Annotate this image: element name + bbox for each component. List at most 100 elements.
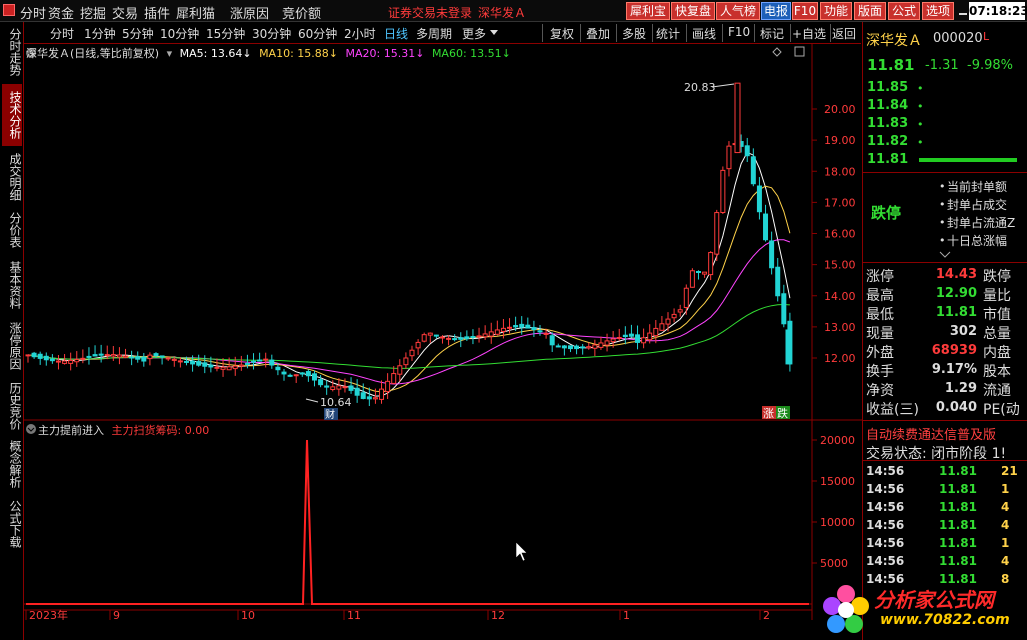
more-dropdown-icon[interactable] <box>490 30 498 36</box>
stat-seal-amount: 当前封单额 <box>947 180 1008 194</box>
quote-row-label: 现量 <box>866 326 894 342</box>
dianbao-button[interactable]: 电报 <box>761 2 791 20</box>
quote-row-value: 1.29 <box>944 381 977 396</box>
indicator-header: 主力提前进入 主力扫货筹码: 0.00 <box>28 422 209 438</box>
diejia-button[interactable]: 叠加 <box>586 25 610 42</box>
tongji-button[interactable]: 统计 <box>656 25 680 42</box>
indicator-name[interactable]: 主力提前进入 <box>38 424 104 437</box>
candle-body <box>720 169 726 213</box>
menu-item-zijin[interactable]: 资金 <box>48 3 74 22</box>
period-1min[interactable]: 1分钟 <box>84 25 116 42</box>
candle-body <box>671 313 677 319</box>
period-5min[interactable]: 5分钟 <box>122 25 154 42</box>
tick-volume: 4 <box>1001 518 1010 532</box>
kuaifupan-button[interactable]: 快复盘 <box>671 2 715 20</box>
period-multi[interactable]: 多周期 <box>416 25 452 42</box>
tab-fenjiabiao[interactable]: 分价表 <box>2 208 22 252</box>
quote-row-value: 14.43 <box>935 267 977 282</box>
menu-item-xilimao[interactable]: 犀利猫 <box>176 3 215 22</box>
f10-top-button[interactable]: F10 <box>792 2 818 20</box>
tab-lishi-jingjia[interactable]: 历史竞价 <box>2 376 22 436</box>
quote-row-label: 涨停 <box>866 269 894 285</box>
period-10min[interactable]: 10分钟 <box>160 25 199 42</box>
quote-row-label: 外盘 <box>866 345 894 361</box>
quote-row-label: 最高 <box>866 288 894 304</box>
menu-item-fenshi[interactable]: 分时 <box>20 3 46 22</box>
candle-body <box>257 359 263 362</box>
quote-row-value: 0.040 <box>935 400 977 415</box>
gongneng-button[interactable]: 功能 <box>820 2 852 20</box>
quote-price: 11.81 <box>867 56 915 74</box>
tab-gainian-jiexi[interactable]: 概念解析 <box>2 434 22 494</box>
ma10-label: MA10: 15.88 <box>259 47 329 60</box>
period-2hour[interactable]: 2小时 <box>344 25 376 42</box>
tab-fenshi-zoushi[interactable]: 分时走势 <box>2 24 22 80</box>
candle-body <box>43 355 49 361</box>
duogu-button[interactable]: 多股 <box>622 25 646 42</box>
period-15min[interactable]: 15分钟 <box>206 25 245 42</box>
candle-body <box>531 327 537 331</box>
price-tick-label: 19.00 <box>824 134 856 147</box>
expand-chevron-icon[interactable] <box>939 251 951 259</box>
menu-item-jingjiae[interactable]: 竞价额 <box>282 3 321 22</box>
renqibang-button[interactable]: 人气榜 <box>716 2 760 20</box>
indicator-value: 主力扫货筹码: 0.00 <box>111 424 210 437</box>
app-logo-icon[interactable] <box>3 4 15 16</box>
tab-jishu-fenxi[interactable]: 技术分析 <box>2 84 22 146</box>
back-button[interactable]: 返回 <box>832 25 856 42</box>
candle-body <box>92 354 98 357</box>
indicator-line <box>26 439 809 605</box>
menu-item-jiaoyi[interactable]: 交易 <box>112 3 138 22</box>
candle-body <box>734 82 741 154</box>
period-more[interactable]: 更多 <box>462 25 486 42</box>
f10-button[interactable]: F10 <box>728 25 750 39</box>
period-fenshi[interactable]: 分时 <box>50 25 74 42</box>
quote-row-right-label: PE(动 <box>983 402 1020 418</box>
toolbar-divider <box>830 24 831 42</box>
login-warning[interactable]: 证券交易未登录 <box>388 4 472 21</box>
tab-chengjiao-mingxi[interactable]: 成交明细 <box>2 148 22 206</box>
quote-row-value: 12.90 <box>935 286 977 301</box>
toolbar-divider <box>652 24 653 42</box>
tab-zhangting-yuanyin[interactable]: 涨停原因 <box>2 316 22 376</box>
candle-body <box>507 326 513 329</box>
candle-body <box>232 365 238 370</box>
renewal-ad[interactable]: 自动续费通达信普及版 <box>866 424 996 443</box>
add-watchlist-button[interactable]: +自选 <box>792 25 826 42</box>
gongshi-button[interactable]: 公式 <box>888 2 920 20</box>
huaxian-button[interactable]: 画线 <box>692 25 716 42</box>
period-60min[interactable]: 60分钟 <box>298 25 337 42</box>
kline-chart[interactable]: 12.00 13.00 14.00 15.00 16.00 17.00 18.00 19.00… <box>24 44 862 620</box>
toolbar-divider <box>616 24 617 42</box>
candle-body <box>397 365 403 375</box>
candle-body <box>49 358 55 362</box>
window-min-icon[interactable] <box>958 5 968 17</box>
menu-item-wajue[interactable]: 挖掘 <box>80 3 106 22</box>
volume-tick-label: 20000 <box>820 434 855 447</box>
banmian-button[interactable]: 版面 <box>854 2 886 20</box>
quote-row-right-label: 内盘 <box>983 345 1011 361</box>
finance-marker-label: 财 <box>325 408 335 421</box>
bid-level-price: 11.82 <box>867 134 909 149</box>
biaoji-button[interactable]: 标记 <box>760 25 784 42</box>
candle-body <box>677 309 683 313</box>
watermark-url: www.70822.com <box>880 612 1010 628</box>
candle-body <box>385 380 391 393</box>
time-tick-label: 1 <box>623 609 630 620</box>
xuanxiang-button[interactable]: 选项 <box>922 2 954 20</box>
chart-collapse-icon[interactable]: ▾ <box>167 47 173 60</box>
chart-header: 深华发Ａ(日线,等比前复权) ▾ MA5: 13.64↓ MA10: 15.88… <box>26 47 511 60</box>
period-30min[interactable]: 30分钟 <box>252 25 291 42</box>
candle-body <box>616 336 622 339</box>
menu-item-zhangyuanyin[interactable]: 涨原因 <box>230 3 269 22</box>
bid-level-price: 11.83 <box>867 116 909 131</box>
tab-gongshi-xiazai[interactable]: 公式下载 <box>2 494 22 554</box>
candle-body <box>330 386 336 391</box>
menu-item-chajian[interactable]: 插件 <box>144 3 170 22</box>
limit-up-marker-label: 涨 <box>763 407 774 420</box>
period-daily[interactable]: 日线 <box>384 25 408 42</box>
volume-tick-label: 10000 <box>820 516 855 529</box>
xilibao-button[interactable]: 犀利宝 <box>626 2 670 20</box>
fuquan-button[interactable]: 复权 <box>550 25 574 42</box>
tab-jiben-ziliao[interactable]: 基本资料 <box>2 256 22 314</box>
